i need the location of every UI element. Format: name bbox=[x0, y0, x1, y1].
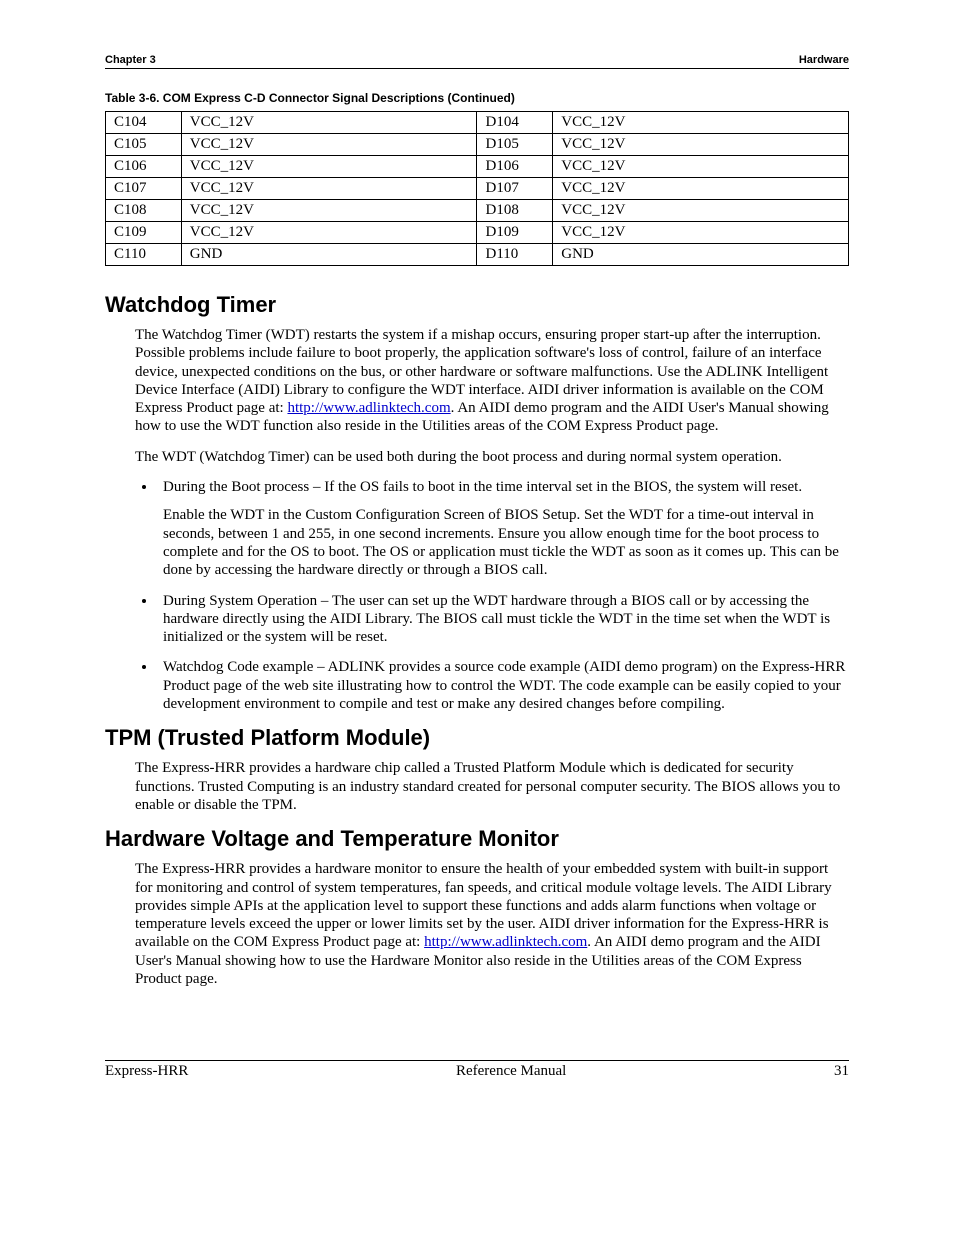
wdt-bullet-3: Watchdog Code example – ADLINK provides … bbox=[157, 658, 849, 713]
signal-cell: VCC_12V bbox=[553, 178, 849, 200]
header-section: Hardware bbox=[799, 54, 849, 66]
wdt-bullet-1: During the Boot process – If the OS fail… bbox=[157, 478, 849, 579]
adlink-link-2[interactable]: http://www.adlinktech.com bbox=[424, 934, 587, 950]
signal-cell: VCC_12V bbox=[181, 178, 477, 200]
footer-right: 31 bbox=[834, 1063, 849, 1080]
wdt-bullet-2: During System Operation – The user can s… bbox=[157, 592, 849, 647]
pin-cell: D110 bbox=[477, 244, 553, 266]
section-title-hvt: Hardware Voltage and Temperature Monitor bbox=[105, 826, 849, 852]
signal-cell: VCC_12V bbox=[553, 112, 849, 134]
page-footer: Express-HRR Reference Manual 31 bbox=[105, 1060, 849, 1080]
pin-cell: C107 bbox=[106, 178, 182, 200]
table-row: C110GNDD110GND bbox=[106, 244, 849, 266]
page-header: Chapter 3 Hardware bbox=[105, 54, 849, 69]
hvt-paragraph-1: The Express-HRR provides a hardware moni… bbox=[135, 860, 849, 988]
footer-left: Express-HRR bbox=[105, 1063, 188, 1080]
pin-cell: D108 bbox=[477, 200, 553, 222]
signal-cell: VCC_12V bbox=[553, 134, 849, 156]
pin-cell: D105 bbox=[477, 134, 553, 156]
table-row: C109VCC_12VD109VCC_12V bbox=[106, 222, 849, 244]
pin-cell: D104 bbox=[477, 112, 553, 134]
wdt-paragraph-1: The Watchdog Timer (WDT) restarts the sy… bbox=[135, 326, 849, 436]
footer-center: Reference Manual bbox=[456, 1063, 566, 1080]
signal-cell: VCC_12V bbox=[181, 222, 477, 244]
signal-cell: VCC_12V bbox=[181, 134, 477, 156]
signal-cell: VCC_12V bbox=[553, 200, 849, 222]
table-row: C104VCC_12VD104VCC_12V bbox=[106, 112, 849, 134]
pin-cell: C110 bbox=[106, 244, 182, 266]
pin-cell: C108 bbox=[106, 200, 182, 222]
signal-cell: VCC_12V bbox=[181, 112, 477, 134]
pin-cell: C105 bbox=[106, 134, 182, 156]
wdt-bullet-list: During the Boot process – If the OS fail… bbox=[157, 478, 849, 713]
pin-cell: D106 bbox=[477, 156, 553, 178]
section-title-wdt: Watchdog Timer bbox=[105, 292, 849, 318]
table-caption: Table 3-6. COM Express C-D Connector Sig… bbox=[105, 91, 849, 105]
section-title-tpm: TPM (Trusted Platform Module) bbox=[105, 725, 849, 751]
header-chapter: Chapter 3 bbox=[105, 54, 156, 66]
signal-cell: VCC_12V bbox=[553, 156, 849, 178]
pin-cell: C109 bbox=[106, 222, 182, 244]
pin-cell: C104 bbox=[106, 112, 182, 134]
adlink-link-1[interactable]: http://www.adlinktech.com bbox=[287, 400, 450, 416]
signal-cell: VCC_12V bbox=[181, 156, 477, 178]
wdt-b1-text: During the Boot process – If the OS fail… bbox=[163, 479, 802, 495]
wdt-b1-sub: Enable the WDT in the Custom Configurati… bbox=[163, 506, 849, 579]
wdt-paragraph-2: The WDT (Watchdog Timer) can be used bot… bbox=[135, 448, 849, 466]
table-row: C108VCC_12VD108VCC_12V bbox=[106, 200, 849, 222]
signal-cell: GND bbox=[181, 244, 477, 266]
signal-cell: VCC_12V bbox=[553, 222, 849, 244]
pin-cell: C106 bbox=[106, 156, 182, 178]
pin-cell: D107 bbox=[477, 178, 553, 200]
table-row: C107VCC_12VD107VCC_12V bbox=[106, 178, 849, 200]
table-row: C105VCC_12VD105VCC_12V bbox=[106, 134, 849, 156]
tpm-paragraph-1: The Express-HRR provides a hardware chip… bbox=[135, 759, 849, 814]
signal-cell: VCC_12V bbox=[181, 200, 477, 222]
pin-cell: D109 bbox=[477, 222, 553, 244]
table-row: C106VCC_12VD106VCC_12V bbox=[106, 156, 849, 178]
signal-table: C104VCC_12VD104VCC_12VC105VCC_12VD105VCC… bbox=[105, 111, 849, 266]
signal-cell: GND bbox=[553, 244, 849, 266]
